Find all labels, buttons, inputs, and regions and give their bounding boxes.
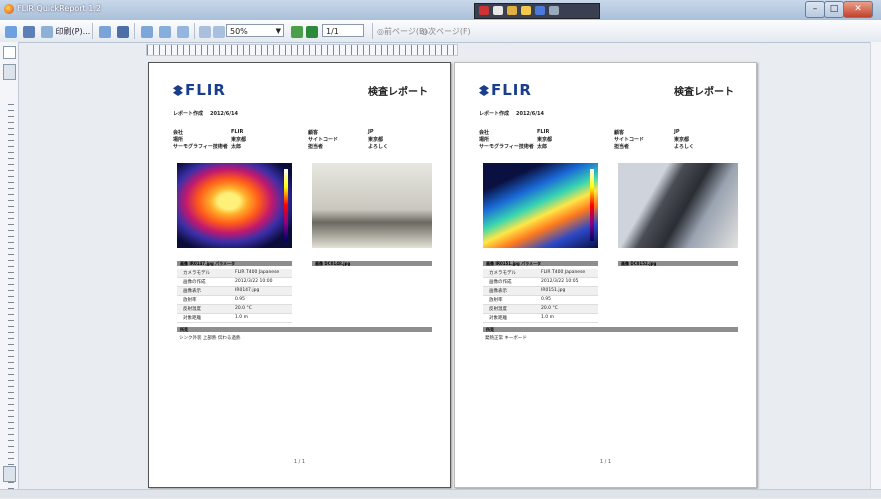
multi-page-button[interactable] — [176, 23, 190, 40]
date-value: 2012/6/14 — [209, 111, 238, 117]
zoom-in-button[interactable] — [198, 23, 212, 40]
temperature-scale — [590, 169, 594, 241]
vertical-scrollbar[interactable] — [870, 42, 881, 498]
two-page-icon — [159, 25, 171, 38]
page-footer: 1 / 1 — [293, 459, 306, 465]
page-view-icon — [141, 25, 153, 38]
visual-photo[interactable] — [312, 163, 432, 248]
zoom-value: 50% — [230, 27, 248, 36]
close-button[interactable]: ✕ — [843, 1, 873, 18]
prev-icon: ◎ — [377, 27, 384, 36]
date-label: レポート作成 — [479, 111, 510, 117]
notes-header: 所見 — [177, 327, 432, 332]
find-icon — [117, 25, 129, 38]
info-block: 会社 FLIR 顧客 JP 場所 東京都 サイトコード 東京都 サーモグラフィー技術者 太郎担… — [173, 129, 389, 150]
thermal-image[interactable] — [177, 163, 292, 248]
date-value: 2012/6/14 — [515, 111, 544, 117]
report-page: FLIR 検査レポート レポート作成 2012/6/14 会社 FLIR 顧客 JP … — [148, 62, 451, 488]
toolbar: 印刷(P)... 50% ▼ 1/1 ◎前ページ(B) ◎次ページ(F) — [0, 20, 881, 43]
horizontal-ruler — [146, 44, 458, 56]
table-row: 反射温度 20.0 °C — [483, 305, 598, 314]
new-icon — [5, 25, 17, 38]
report-title: 検査レポート — [674, 87, 734, 98]
print-label: 印刷(P)... — [55, 27, 91, 36]
table-row: 対象距離 1.0 m — [483, 314, 598, 323]
save-button[interactable] — [22, 23, 36, 40]
table-row: 対象距離 1.0 m — [177, 314, 292, 323]
next-icon: ◎ — [421, 27, 428, 36]
table-row: カメラモデル FLIR T400 Japanese — [483, 269, 598, 278]
report-title: 検査レポート — [368, 87, 428, 98]
table-row: 画像の作成 2012/3/22 10:05 — [483, 278, 598, 287]
first-page-icon — [291, 25, 303, 38]
vertical-ruler — [8, 104, 14, 499]
taskbar-app-icon[interactable] — [535, 6, 545, 15]
taskbar-app-icon[interactable] — [493, 6, 503, 15]
flir-logo: FLIR — [479, 81, 532, 99]
page-number-field[interactable]: 1/1 — [322, 24, 364, 37]
section-header: 画像 DC0152.jpg — [618, 261, 738, 266]
last-page-icon — [306, 25, 318, 38]
copy-button[interactable] — [98, 23, 112, 40]
section-header: 画像 DC0148.jpg — [312, 261, 432, 266]
panel-toggle-button[interactable] — [3, 46, 16, 59]
print-icon — [41, 25, 53, 38]
page-footer: 1 / 1 — [599, 459, 612, 465]
report-page: FLIR 検査レポート レポート作成 2012/6/14 会社 FLIR 顧客 JP … — [454, 62, 757, 488]
table-row: 画像表示 IR0147.jpg — [177, 287, 292, 296]
section-header: 画像 IR0147.jpg パラメータ — [177, 261, 292, 266]
maximize-button[interactable]: □ — [824, 1, 844, 18]
window-title: FLIR QuickReport 1.2 — [17, 4, 101, 13]
date-label: レポート作成 — [173, 111, 204, 117]
report-date: レポート作成 2012/6/14 — [479, 110, 544, 117]
next-page-button[interactable]: ◎次ページ(F) — [420, 23, 472, 40]
zoom-in-icon — [199, 25, 211, 38]
table-row: 放射率 0.95 — [483, 296, 598, 305]
first-page-button[interactable] — [290, 23, 304, 40]
left-panel — [0, 42, 19, 499]
parameter-table: カメラモデル FLIR T400 Japanese 画像の作成 2012/3/22 … — [177, 269, 292, 323]
section-header: 画像 IR0151.jpg パラメータ — [483, 261, 598, 266]
parameter-table: カメラモデル FLIR T400 Japanese 画像の作成 2012/3/22 … — [483, 269, 598, 323]
two-page-button[interactable] — [158, 23, 172, 40]
taskbar-app-icon[interactable] — [549, 6, 559, 15]
taskbar-app-icon[interactable] — [507, 6, 517, 15]
taskbar-strip[interactable] — [474, 3, 600, 19]
page-view-button[interactable] — [140, 23, 154, 40]
zoom-select[interactable]: 50% ▼ — [226, 24, 284, 37]
save-icon — [23, 25, 35, 38]
print-button[interactable]: 印刷(P)... — [40, 23, 91, 40]
taskbar-app-icon[interactable] — [479, 6, 489, 15]
table-row: カメラモデル FLIR T400 Japanese — [177, 269, 292, 278]
table-row: 画像の作成 2012/3/22 10:00 — [177, 278, 292, 287]
report-date: レポート作成 2012/6/14 — [173, 110, 238, 117]
minimize-button[interactable]: – — [805, 1, 825, 18]
scroll-down-handle[interactable] — [3, 466, 16, 482]
status-bar — [0, 489, 881, 498]
thermal-image[interactable] — [483, 163, 598, 248]
table-row: 画像表示 IR0151.jpg — [483, 287, 598, 296]
notes-text: 発熱正常 キーボード — [485, 336, 527, 341]
table-row: 反射温度 20.0 °C — [177, 305, 292, 314]
zoom-out-icon — [213, 25, 225, 38]
scroll-up-handle[interactable] — [3, 64, 16, 80]
zoom-out-button[interactable] — [212, 23, 226, 40]
multi-page-icon — [177, 25, 189, 38]
find-button[interactable] — [116, 23, 130, 40]
title-bar: FLIR QuickReport 1.2 – □ ✕ — [0, 0, 881, 20]
info-block: 会社 FLIR 顧客 JP 場所 東京都 サイトコード 東京都 サーモグラフィー技術者 太郎担… — [479, 129, 695, 150]
flir-logo: FLIR — [173, 81, 226, 99]
new-button[interactable] — [4, 23, 18, 40]
chevron-down-icon: ▼ — [275, 27, 281, 35]
notes-header: 所見 — [483, 327, 738, 332]
last-page-button[interactable] — [305, 23, 319, 40]
copy-icon — [99, 25, 111, 38]
visual-photo[interactable] — [618, 163, 738, 248]
taskbar-app-icon[interactable] — [521, 6, 531, 15]
table-row: 放射率 0.95 — [177, 296, 292, 305]
app-icon — [4, 4, 14, 14]
temperature-scale — [284, 169, 288, 241]
notes-text: シンク外装 上部熱 伝わる過熱 — [179, 336, 241, 341]
